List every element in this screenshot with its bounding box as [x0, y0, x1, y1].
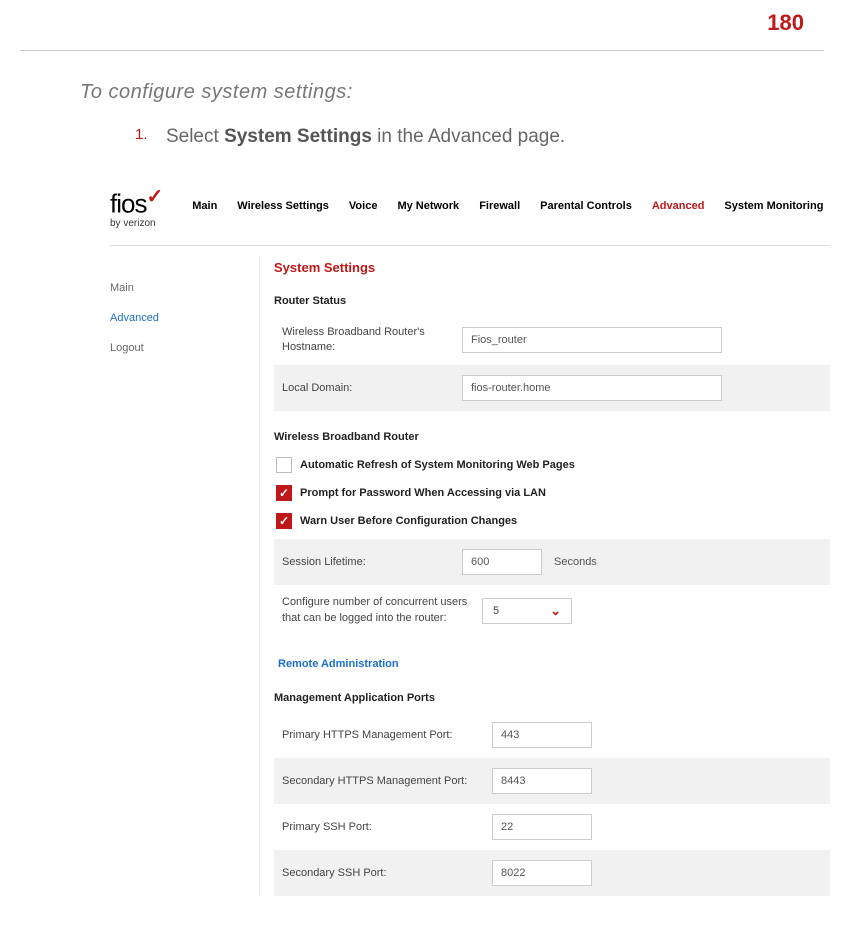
primary-ssh-row: Primary SSH Port:	[274, 804, 830, 850]
sidebar-item-main[interactable]: Main	[110, 276, 249, 306]
secondary-https-row: Secondary HTTPS Management Port:	[274, 758, 830, 804]
router-status-heading: Router Status	[274, 295, 830, 307]
concurrent-users-row: Configure number of concurrent users tha…	[274, 585, 830, 636]
admin-body: Main Advanced Logout System Settings Rou…	[110, 246, 830, 897]
primary-ssh-input[interactable]	[492, 814, 592, 840]
primary-https-row: Primary HTTPS Management Port:	[274, 712, 830, 758]
wbr-heading: Wireless Broadband Router	[274, 431, 830, 443]
auto-refresh-label: Automatic Refresh of System Monitoring W…	[300, 459, 575, 471]
prompt-password-label: Prompt for Password When Accessing via L…	[300, 487, 546, 499]
step-line: 1. Select System Settings in the Advance…	[135, 126, 784, 148]
secondary-https-input[interactable]	[492, 768, 592, 794]
session-lifetime-label: Session Lifetime:	[282, 555, 462, 570]
session-lifetime-unit: Seconds	[554, 556, 597, 568]
step-suffix: in the Advanced page.	[372, 126, 565, 147]
nav-advanced[interactable]: Advanced	[652, 200, 705, 212]
check-icon: ✓	[146, 186, 162, 208]
hostname-input[interactable]	[462, 327, 722, 353]
sidebar: Main Advanced Logout	[110, 256, 260, 897]
nav-my-network[interactable]: My Network	[397, 200, 459, 212]
primary-https-input[interactable]	[492, 722, 592, 748]
concurrent-users-value: 5	[493, 605, 499, 617]
remote-administration-link[interactable]: Remote Administration	[278, 658, 830, 670]
secondary-ssh-input[interactable]	[492, 860, 592, 886]
primary-ssh-label: Primary SSH Port:	[282, 820, 492, 835]
embedded-screenshot: fios✓ by verizon Main Wireless Settings …	[110, 176, 830, 896]
logo-brand-text: fios	[110, 189, 146, 219]
hostname-label: Wireless Broadband Router's Hostname:	[282, 325, 462, 356]
warn-user-label: Warn User Before Configuration Changes	[300, 515, 517, 527]
concurrent-users-select[interactable]: 5 ⌄	[482, 598, 572, 624]
local-domain-input[interactable]	[462, 375, 722, 401]
sidebar-item-advanced[interactable]: Advanced	[110, 306, 249, 336]
logo-brand: fios✓	[110, 184, 162, 220]
local-domain-label: Local Domain:	[282, 381, 462, 396]
prompt-password-row: ✓ Prompt for Password When Accessing via…	[274, 479, 830, 507]
nav-main[interactable]: Main	[192, 200, 217, 212]
mgmt-ports-heading: Management Application Ports	[274, 692, 830, 704]
step-text: Select System Settings in the Advanced p…	[166, 126, 565, 147]
ports-block: Primary HTTPS Management Port: Secondary…	[274, 712, 830, 896]
panel-title: System Settings	[274, 260, 830, 275]
session-lifetime-row: Session Lifetime: Seconds	[274, 539, 830, 585]
session-lifetime-input[interactable]	[462, 549, 542, 575]
secondary-https-label: Secondary HTTPS Management Port:	[282, 774, 492, 789]
secondary-ssh-row: Secondary SSH Port:	[274, 850, 830, 896]
sidebar-item-logout[interactable]: Logout	[110, 336, 249, 366]
concurrent-users-label: Configure number of concurrent users tha…	[282, 595, 482, 626]
main-panel: System Settings Router Status Wireless B…	[260, 256, 830, 897]
nav-system-monitoring[interactable]: System Monitoring	[724, 200, 823, 212]
nav-wireless-settings[interactable]: Wireless Settings	[237, 200, 329, 212]
intro-heading: To configure system settings:	[80, 81, 784, 104]
step-number: 1.	[135, 126, 148, 143]
nav-voice[interactable]: Voice	[349, 200, 378, 212]
auto-refresh-checkbox[interactable]	[276, 457, 292, 473]
logo-tagline: by verizon	[110, 218, 162, 229]
fios-logo: fios✓ by verizon	[110, 184, 162, 229]
page-number: 180	[20, 0, 824, 50]
nav-parental-controls[interactable]: Parental Controls	[540, 200, 632, 212]
step-bold: System Settings	[224, 126, 372, 147]
local-domain-row: Local Domain:	[274, 365, 830, 411]
chevron-down-icon: ⌄	[550, 603, 561, 619]
auto-refresh-row: Automatic Refresh of System Monitoring W…	[274, 451, 830, 479]
top-nav: fios✓ by verizon Main Wireless Settings …	[110, 176, 830, 246]
secondary-ssh-label: Secondary SSH Port:	[282, 866, 492, 881]
nav-firewall[interactable]: Firewall	[479, 200, 520, 212]
hostname-row: Wireless Broadband Router's Hostname:	[274, 315, 830, 366]
warn-user-row: ✓ Warn User Before Configuration Changes	[274, 507, 830, 535]
warn-user-checkbox[interactable]: ✓	[276, 513, 292, 529]
primary-https-label: Primary HTTPS Management Port:	[282, 728, 492, 743]
prompt-password-checkbox[interactable]: ✓	[276, 485, 292, 501]
step-prefix: Select	[166, 126, 224, 147]
